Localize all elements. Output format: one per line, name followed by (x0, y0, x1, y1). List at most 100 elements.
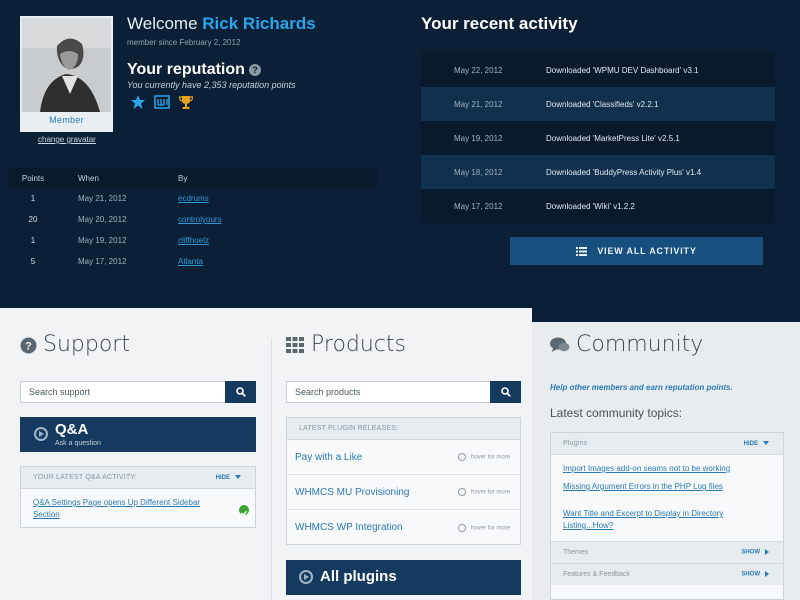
qa-button[interactable]: Q&A Ask a question (20, 417, 256, 452)
help-icon[interactable]: ? (249, 64, 261, 76)
wpmu-dev-icon (154, 95, 170, 109)
activity-text: Downloaded 'WPMU DEV Dashboard' v3.1 (546, 65, 699, 75)
reputation-table: Points When By 1 May 21, 2012 ecdrums 20… (8, 168, 377, 272)
points-cell: 1 (30, 236, 36, 245)
qa-activity-box: YOUR LATEST Q&A ACTIVITY: HIDE Q&A Setti… (20, 466, 256, 528)
activity-item: May 18, 2012 Downloaded 'BuddyPress Acti… (421, 155, 775, 189)
community-title: Community (576, 332, 704, 357)
all-plugins-label: All plugins (320, 568, 397, 585)
change-gravatar-link[interactable]: change gravatar (38, 135, 96, 144)
welcome-heading: Welcome Rick Richards (127, 14, 316, 34)
plugin-item[interactable]: WHMCS MU Provisioning hover for more (287, 475, 520, 510)
search-input[interactable]: Search products (295, 387, 361, 397)
member-since: member since February 2, 2012 (127, 38, 241, 47)
activity-item: May 17, 2012 Downloaded 'Wiki' v1.2.2 (421, 189, 775, 223)
topics-group-features[interactable]: Features & Feedback SHOW (551, 563, 783, 585)
col-points: Points (21, 173, 45, 183)
support-search[interactable]: Search support (20, 381, 256, 403)
view-all-label: VIEW ALL ACTIVITY (597, 246, 697, 256)
topic-link[interactable]: Want Title and Excerpt to Display in Dir… (551, 508, 751, 532)
qa-subtitle: Ask a question (55, 440, 101, 447)
plugin-name[interactable]: Pay with a Like (295, 452, 362, 463)
check-icon (239, 505, 249, 516)
avatar[interactable] (22, 18, 111, 112)
activity-date: May 17, 2012 (454, 201, 503, 211)
by-user-link[interactable]: Atlanta (178, 257, 203, 266)
reputation-points: You currently have 2,353 reputation poin… (127, 80, 296, 90)
when-cell: May 17, 2012 (78, 257, 127, 266)
search-input[interactable]: Search support (29, 387, 90, 397)
support-title: Support (43, 332, 130, 357)
search-icon (500, 387, 511, 397)
all-plugins-button[interactable]: All plugins (286, 560, 521, 595)
activity-date: May 19, 2012 (454, 133, 503, 143)
topic-item: Want Title and Excerpt to Display in Dir… (551, 508, 751, 541)
dashboard-header: Member change gravatar Welcome Rick Rich… (0, 0, 800, 322)
plugin-item[interactable]: WHMCS WP Integration hover for more (287, 510, 520, 545)
view-all-activity-button[interactable]: VIEW ALL ACTIVITY (510, 237, 763, 265)
group-label: Themes (563, 549, 589, 556)
when-cell: May 19, 2012 (78, 236, 127, 245)
hover-for-more: hover for more (458, 488, 510, 496)
qa-activity-link[interactable]: Q&A Settings Page opens Up Different Sid… (33, 497, 223, 521)
activity-date: May 18, 2012 (454, 167, 503, 177)
col-by: By (178, 173, 188, 183)
activity-item: May 19, 2012 Downloaded 'MarketPress Lit… (421, 121, 775, 155)
svg-text:?: ? (25, 341, 32, 353)
by-user-link[interactable]: controlyours (178, 215, 222, 224)
activity-item: May 21, 2012 Downloaded 'Classifieds' v2… (421, 87, 775, 121)
search-button[interactable] (225, 381, 256, 403)
table-row: 5 May 17, 2012 Atlanta (8, 251, 377, 272)
col-when: When (78, 173, 99, 183)
points-cell: 1 (30, 194, 36, 203)
by-user-link[interactable]: cliffhoelz (178, 236, 209, 245)
role-label: Member (49, 115, 84, 125)
topics-group-themes[interactable]: Themes SHOW (551, 541, 783, 563)
plugin-releases-head: LATEST PLUGIN RELEASES: (287, 418, 520, 440)
badge-list (130, 94, 194, 110)
welcome-prefix: Welcome (127, 14, 198, 33)
qa-title: Q&A (55, 421, 89, 438)
activity-text: Downloaded 'Classifieds' v2.2.1 (546, 99, 659, 109)
question-circle-icon: ? (20, 337, 37, 354)
community-tagline: Help other members and earn reputation p… (550, 383, 733, 392)
hover-for-more: hover for more (458, 453, 510, 461)
activity-item: May 22, 2012 Downloaded 'WPMU DEV Dashbo… (421, 53, 775, 87)
points-cell: 20 (28, 215, 38, 224)
grid-icon (286, 337, 304, 353)
topic-link[interactable]: Missing Argument Errors in the PHP Log f… (551, 481, 783, 493)
points-cell: 5 (30, 257, 36, 266)
products-search[interactable]: Search products (286, 381, 521, 403)
play-circle-icon (299, 570, 313, 584)
show-toggle[interactable]: SHOW (741, 549, 769, 556)
column-divider (271, 338, 272, 600)
plugin-name[interactable]: WHMCS MU Provisioning (295, 487, 409, 498)
activity-text: Downloaded 'MarketPress Lite' v2.5.1 (546, 133, 680, 143)
play-circle-icon (34, 427, 48, 441)
user-name: Rick Richards (202, 14, 316, 33)
table-row: 1 May 21, 2012 ecdrums (8, 188, 377, 209)
plugin-releases-box: LATEST PLUGIN RELEASES: Pay with a Like … (286, 417, 521, 545)
hover-for-more: hover for more (458, 524, 510, 532)
search-button[interactable] (490, 381, 521, 403)
hide-toggle[interactable]: HIDE (744, 441, 769, 447)
table-header: Points When By (8, 168, 377, 188)
by-user-link[interactable]: ecdrums (178, 194, 209, 203)
activity-text: Downloaded 'Wiki' v1.2.2 (546, 201, 635, 211)
activity-date: May 21, 2012 (454, 99, 503, 109)
reputation-title: Your reputation (127, 61, 245, 78)
when-cell: May 21, 2012 (78, 194, 127, 203)
hide-toggle[interactable]: HIDE (216, 475, 241, 481)
avatar-card: Member (20, 16, 113, 132)
table-row: 20 May 20, 2012 controlyours (8, 209, 377, 230)
community-topics-label: Latest community topics: (550, 406, 683, 420)
show-toggle[interactable]: SHOW (741, 571, 769, 578)
table-row: 1 May 19, 2012 cliffhoelz (8, 230, 377, 251)
plugin-name[interactable]: WHMCS WP Integration (295, 522, 403, 533)
products-title: Products (311, 332, 406, 357)
plugin-item[interactable]: Pay with a Like hover for more (287, 440, 520, 475)
activity-list: May 22, 2012 Downloaded 'WPMU DEV Dashbo… (421, 53, 775, 223)
group-label: Features & Feedback (563, 571, 630, 578)
activity-title: Your recent activity (421, 14, 578, 33)
topic-link[interactable]: Import Images add-on seams not to be wor… (551, 463, 783, 475)
